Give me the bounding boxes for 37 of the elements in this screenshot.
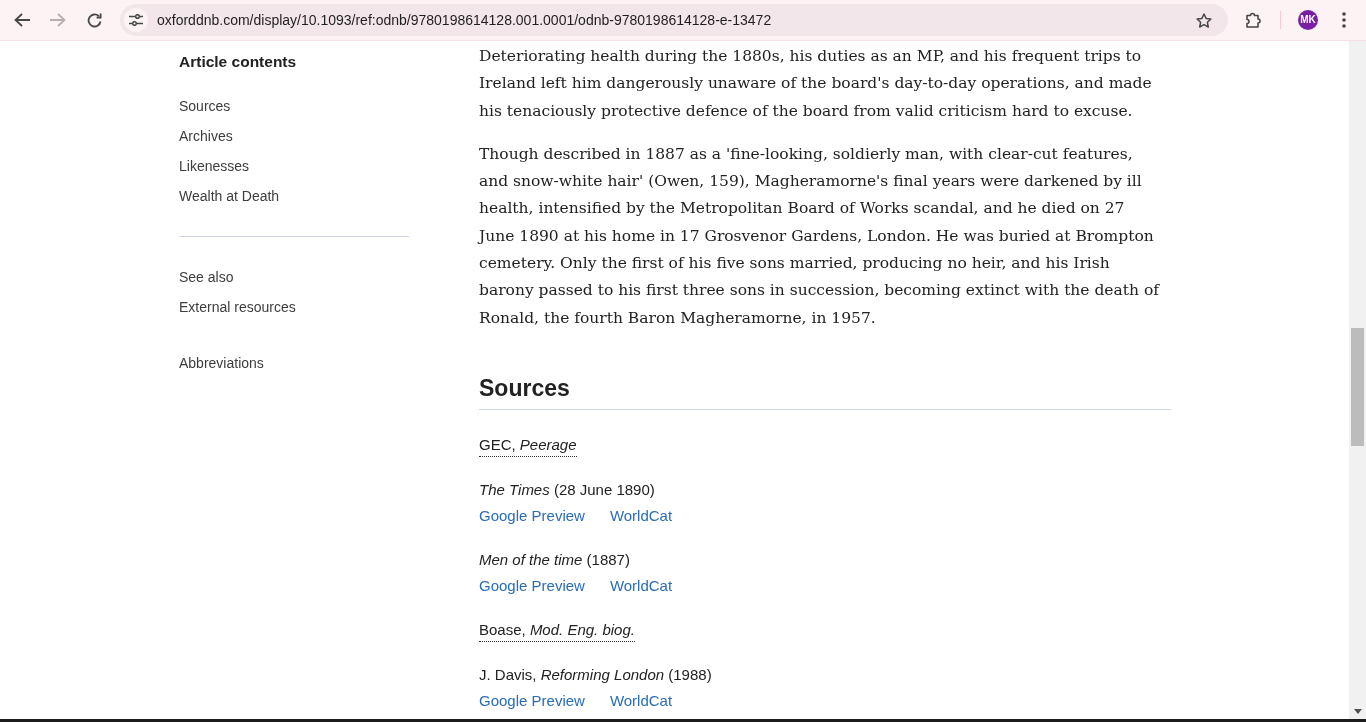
forward-arrow-icon [50, 13, 66, 27]
sidebar-link[interactable]: Likenesses [179, 151, 250, 181]
source-link[interactable]: Google Preview [479, 687, 585, 714]
puzzle-piece-icon [1246, 12, 1262, 28]
abbreviation-link[interactable]: GEC, Peerage [479, 433, 577, 457]
citation-text: J. Davis, Reforming London (1988) [479, 664, 712, 685]
address-bar[interactable]: oxforddnb.com/display/10.1093/ref:odnb/9780198614128.001.0001/odnb-9780198614128-e-13472 [120, 4, 1228, 36]
source-link[interactable]: WorldCat [609, 687, 673, 714]
kebab-menu-icon [1342, 12, 1346, 28]
article-paragraph: Deteriorating health during the 1880s, his duties as an MP, and his frequent trips to Ireland left him dangerously unaware of the board's day-to-day operations, and made his tenaciously protective defence of the board from valid criticism hard to excuse. [479, 46, 1153, 122]
scrollbar[interactable] [1349, 41, 1366, 719]
source-link[interactable]: WorldCat [609, 572, 673, 599]
star-icon [1196, 12, 1212, 28]
back-arrow-icon [14, 13, 30, 27]
citation-text: The Times (28 June 1890) [479, 479, 655, 500]
source-link[interactable]: Google Preview [479, 502, 585, 529]
sidebar-link[interactable]: Abbreviations [179, 348, 264, 378]
menu-button[interactable] [1341, 12, 1347, 28]
abbreviation-link[interactable]: Boase, Mod. Eng. biog. [479, 618, 635, 642]
sidebar-link[interactable]: Wealth at Death [179, 181, 280, 211]
sidebar-link[interactable]: Archives [179, 121, 233, 151]
scrollbar-thumb[interactable] [1351, 328, 1364, 446]
sidebar-link[interactable]: External resources [179, 292, 296, 322]
profile-button[interactable]: MK [1298, 10, 1318, 30]
sidebar-link[interactable]: See also [179, 262, 234, 292]
article-paragraph: Though described in 1887 as a 'fine-looking, soldierly man, with clear-cut features, and snow-white hair' (Owen, 159), Magheramorne's final years were darkened by ill health, intensified by the Metropolitan Board of Works scandal, and he died on 27 June 1890 at his home in 17 Grosvenor Gardens, London. He was buried at Brompton cemetery. Only the first of his five sons married, producing no heir, and his Irish barony passed to his first three sons in succession, becoming extinct with the death of Ronald, the fourth Baron Magheramorne, in 1957. [479, 143, 1159, 329]
sidebar-link[interactable]: Sources [179, 91, 231, 121]
citation-text: Men of the time (1887) [479, 549, 630, 570]
reload-icon [86, 12, 102, 28]
section-heading: Sources [479, 371, 1171, 410]
tune-icon [129, 14, 143, 26]
sidebar-title: Article contents [179, 52, 298, 72]
source-link[interactable]: WorldCat [609, 502, 673, 529]
scroll-down-arrow-icon[interactable] [1353, 709, 1362, 714]
source-link[interactable]: Google Preview [479, 572, 585, 599]
site-settings-button[interactable] [124, 8, 148, 32]
url-text: oxforddnb.com/display/10.1093/ref:odnb/9780198614128.001.0001/odnb-9780198614128-e-13472 [157, 10, 772, 30]
